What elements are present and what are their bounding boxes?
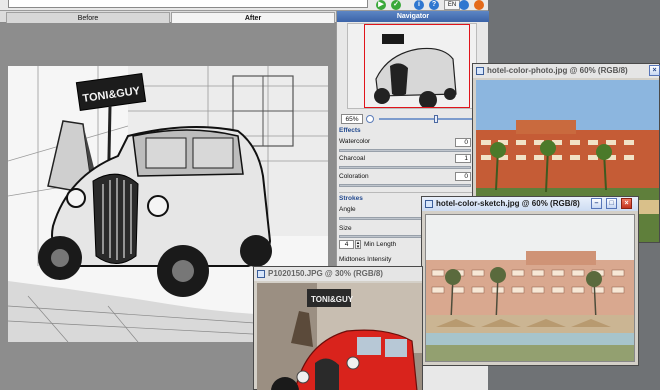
view-tabs: Before After	[0, 11, 336, 23]
midtones-intensity-label: Midtones Intensity	[339, 256, 392, 263]
min-length-stepper[interactable]: ▴ ▾	[355, 240, 361, 250]
charcoal-field[interactable]: 1	[455, 154, 471, 163]
tab-before[interactable]: Before	[6, 12, 170, 23]
size-label: Size	[339, 225, 352, 232]
info-icon[interactable]: i	[414, 0, 424, 10]
hotel-sketch-window[interactable]: hotel-color-sketch.jpg @ 60% (RGB/8) – □…	[421, 196, 639, 366]
charcoal-label: Charcoal	[339, 155, 366, 162]
help-icon[interactable]: ?	[429, 0, 439, 10]
globe-icon[interactable]	[459, 0, 469, 10]
image-file-icon	[476, 67, 484, 75]
zoom-slider[interactable]	[379, 118, 483, 120]
zoom-slider-thumb[interactable]	[434, 115, 438, 123]
check-icon[interactable]: ✓	[391, 0, 401, 10]
file-path-field[interactable]	[8, 0, 368, 8]
charcoal-slider[interactable]	[339, 166, 471, 169]
coloration-label: Coloration	[339, 173, 369, 180]
maximize-icon[interactable]: □	[606, 198, 617, 209]
car-photo-window-title[interactable]: P1020150.JPG @ 30% (RGB/8)	[254, 267, 422, 281]
hotel-photo-window-title[interactable]: hotel-color-photo.jpg @ 60% (RGB/8)	[473, 64, 659, 78]
angle-slider[interactable]	[339, 217, 425, 220]
hotel-sketch-drawing	[426, 215, 634, 361]
close-icon[interactable]: ×	[649, 65, 660, 76]
coloration-field[interactable]: 0	[455, 172, 471, 181]
navigator-title: Navigator	[337, 11, 489, 22]
car-photo-image: TONI&GUY	[257, 283, 422, 390]
car-photo-drawing: TONI&GUY	[257, 283, 422, 390]
image-file-icon	[425, 200, 433, 208]
zoom-control: 65%	[341, 114, 485, 124]
angle-label: Angle	[339, 206, 356, 213]
settings-icon[interactable]	[474, 0, 484, 10]
zoom-value[interactable]: 65%	[341, 114, 363, 124]
watercolor-slider[interactable]	[339, 149, 471, 152]
effects-section-title: Effects	[339, 127, 361, 134]
play-icon[interactable]: ▶	[376, 0, 386, 10]
min-length-field[interactable]: 4	[339, 240, 354, 249]
min-length-label: Min Length	[364, 241, 397, 248]
toolbar: EN ▶ ✓ i?	[0, 0, 488, 11]
tab-after[interactable]: After	[171, 12, 335, 23]
divider	[339, 192, 483, 193]
language-button[interactable]: EN	[444, 0, 460, 10]
coloration-slider[interactable]	[339, 184, 471, 187]
navigator-view-frame[interactable]	[364, 24, 470, 108]
close-icon[interactable]: ×	[621, 198, 632, 209]
size-slider[interactable]	[339, 235, 425, 238]
watercolor-label: Watercolor	[339, 138, 371, 145]
image-file-icon	[257, 270, 265, 278]
car-photo-window[interactable]: P1020150.JPG @ 30% (RGB/8) TONI&GUY	[253, 266, 423, 390]
navigator-thumbnail[interactable]	[347, 23, 477, 109]
zoom-out-icon[interactable]	[366, 115, 374, 123]
salon-sign-text: TONI&GUY	[311, 295, 354, 304]
hotel-sketch-image	[425, 214, 635, 362]
watercolor-field[interactable]: 0	[455, 138, 471, 147]
minimize-icon[interactable]: –	[591, 198, 602, 209]
